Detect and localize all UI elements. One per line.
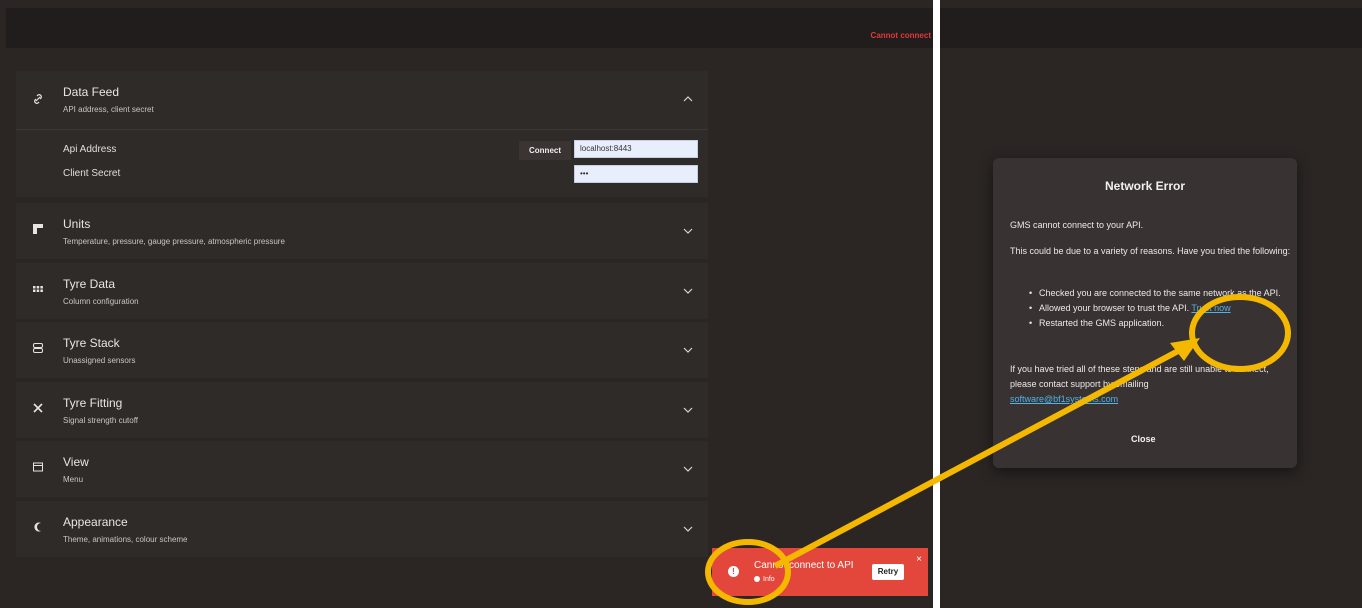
panel-title: Tyre Data bbox=[63, 277, 116, 291]
ruler-corner-icon bbox=[30, 223, 46, 239]
panel-data-feed: Data Feed API address, client secret Api… bbox=[16, 71, 708, 197]
chevron-down-icon[interactable] bbox=[682, 285, 694, 297]
network-error-dialog: Network Error GMS cannot connect to your… bbox=[993, 158, 1297, 468]
panel-subtitle: Temperature, pressure, gauge pressure, a… bbox=[63, 237, 285, 246]
top-bar: Cannot connect bbox=[6, 8, 933, 48]
error-toast: ! Cannot connect to API Info Retry × bbox=[712, 548, 928, 596]
panel-subtitle: Theme, animations, colour scheme bbox=[63, 535, 188, 544]
panel-title: Tyre Fitting bbox=[63, 396, 123, 410]
divider bbox=[16, 129, 708, 130]
toast-message: Cannot connect to API bbox=[754, 560, 854, 571]
panel-tyre-data[interactable]: Tyre Data Column configuration bbox=[16, 263, 708, 319]
list-item: Restarted the GMS application. bbox=[1029, 317, 1297, 329]
list-item: Checked you are connected to the same ne… bbox=[1029, 287, 1297, 299]
panel-title: Data Feed bbox=[63, 85, 120, 99]
connect-button[interactable]: Connect bbox=[519, 141, 571, 160]
panel-tyre-fitting[interactable]: Tyre Fitting Signal strength cutoff bbox=[16, 382, 708, 438]
network-error-screen: Network Error GMS cannot connect to your… bbox=[940, 0, 1362, 608]
tools-icon bbox=[30, 402, 46, 418]
panel-subtitle: Unassigned sensors bbox=[63, 356, 136, 365]
dialog-title: Network Error bbox=[1104, 179, 1186, 193]
screenshot-divider bbox=[933, 0, 940, 608]
client-secret-label: Client Secret bbox=[63, 168, 121, 179]
chevron-down-icon[interactable] bbox=[682, 523, 694, 535]
panel-subtitle: API address, client secret bbox=[63, 105, 154, 114]
settings-screen: Cannot connect Data Feed API address, cl… bbox=[0, 0, 933, 608]
panel-subtitle: Column configuration bbox=[63, 297, 139, 306]
chevron-down-icon[interactable] bbox=[682, 344, 694, 356]
trust-now-link[interactable]: Trust now bbox=[1191, 303, 1230, 313]
list-item: Allowed your browser to trust the API. T… bbox=[1029, 302, 1297, 314]
window-icon bbox=[30, 461, 46, 477]
support-email-link[interactable]: software@bf1systems.com bbox=[1010, 394, 1118, 404]
panel-appearance[interactable]: Appearance Theme, animations, colour sch… bbox=[16, 501, 708, 557]
info-label: Info bbox=[763, 576, 775, 583]
chevron-down-icon[interactable] bbox=[682, 225, 694, 237]
panel-title: View bbox=[63, 455, 89, 469]
grid-icon bbox=[30, 283, 46, 299]
chevron-down-icon[interactable] bbox=[682, 404, 694, 416]
panel-header[interactable]: Data Feed API address, client secret bbox=[16, 71, 708, 129]
stack-icon bbox=[30, 342, 46, 358]
top-bar bbox=[940, 8, 1362, 48]
moon-icon bbox=[30, 521, 46, 537]
panel-title: Appearance bbox=[63, 515, 128, 529]
panel-subtitle: Menu bbox=[63, 475, 84, 484]
dialog-text: This could be due to a variety of reason… bbox=[1010, 246, 1291, 256]
panel-view[interactable]: View Menu bbox=[16, 441, 708, 497]
api-address-input[interactable]: localhost:8443 bbox=[574, 140, 698, 158]
alert-icon: ! bbox=[728, 566, 739, 577]
toast-info[interactable]: Info bbox=[754, 576, 775, 583]
chevron-up-icon[interactable] bbox=[682, 93, 694, 105]
connection-status: Cannot connect bbox=[870, 31, 931, 40]
client-secret-input[interactable]: ••• bbox=[574, 165, 698, 183]
retry-button[interactable]: Retry bbox=[872, 564, 904, 580]
dialog-text: GMS cannot connect to your API. bbox=[1010, 220, 1144, 230]
api-address-label: Api Address bbox=[63, 144, 117, 155]
chevron-down-icon[interactable] bbox=[682, 463, 694, 475]
close-button[interactable]: Close bbox=[1131, 434, 1156, 444]
dialog-text: If you have tried all of these steps and… bbox=[1010, 364, 1269, 404]
info-icon bbox=[754, 576, 760, 583]
close-icon[interactable]: × bbox=[916, 554, 922, 565]
panel-title: Tyre Stack bbox=[63, 336, 120, 350]
suggestion-list: Checked you are connected to the same ne… bbox=[1029, 287, 1297, 332]
panel-units[interactable]: Units Temperature, pressure, gauge press… bbox=[16, 203, 708, 259]
panel-subtitle: Signal strength cutoff bbox=[63, 416, 139, 425]
panel-title: Units bbox=[63, 217, 91, 231]
link-icon bbox=[30, 92, 46, 108]
panel-tyre-stack[interactable]: Tyre Stack Unassigned sensors bbox=[16, 322, 708, 378]
